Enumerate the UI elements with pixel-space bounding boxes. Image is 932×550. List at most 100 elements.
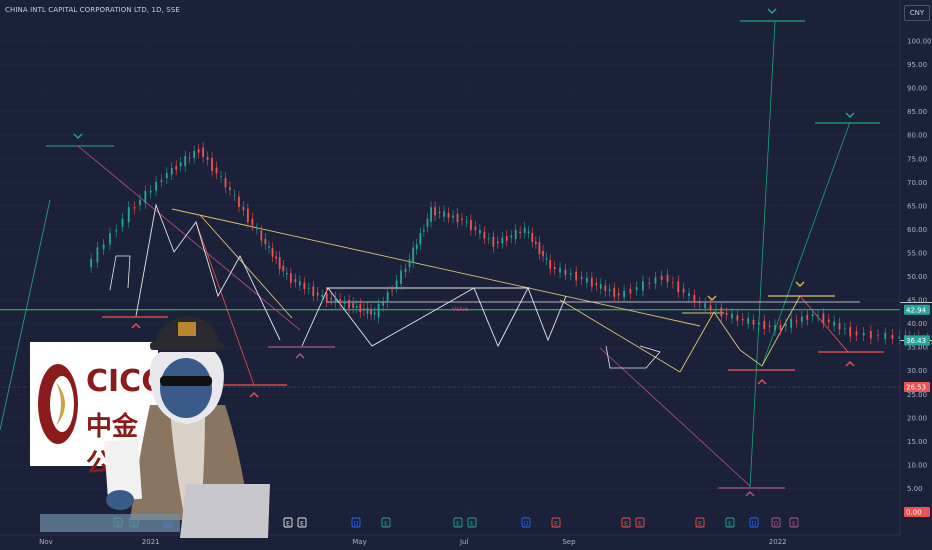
event-marker-letter: E (384, 521, 388, 528)
candle-body (275, 256, 278, 259)
candle-body (412, 247, 415, 263)
chevron-down-icon (73, 133, 83, 139)
price-series (90, 141, 932, 351)
candle-body (443, 211, 445, 217)
pink-line-1[interactable] (77, 145, 301, 331)
candle-body (811, 314, 814, 317)
white-pattern-2021[interactable] (135, 203, 281, 341)
candle-body (127, 207, 130, 223)
candle-body (595, 283, 598, 286)
yellow-projection[interactable] (679, 295, 801, 373)
candle-body (654, 277, 657, 284)
target-line-1[interactable] (749, 21, 776, 489)
candle-body (586, 277, 588, 283)
cicc-logo-card: CICC 中金公 (28, 340, 163, 479)
y-tick-label: 85.00 (907, 108, 927, 116)
event-marker-letter: D (354, 521, 359, 528)
price-label-text: 42.94 (906, 306, 927, 314)
candle-body (355, 305, 358, 308)
candle-body (838, 323, 841, 330)
candle-body (590, 277, 593, 287)
candle-body (307, 288, 310, 289)
candle-body (330, 298, 333, 300)
white-pattern-2023[interactable] (301, 286, 567, 348)
candle-body (423, 230, 425, 232)
y-tick-label: 15.00 (907, 438, 927, 446)
candle-body (580, 277, 583, 280)
event-marker-letter: D (524, 521, 529, 528)
yellow-trendline-main[interactable] (171, 208, 701, 327)
candle-body (278, 256, 281, 270)
chart-window: CHINA INTL CAPITAL CORPORATION LTD, 1D, … (0, 0, 932, 550)
red-line-2021[interactable] (195, 221, 255, 386)
candle-body (617, 293, 620, 296)
event-marker-letter: D (774, 521, 779, 528)
candle-body (795, 320, 798, 322)
candle-body (575, 271, 578, 281)
candle-body (629, 289, 632, 294)
x-tick-label: Sep (562, 538, 576, 546)
price-axis[interactable]: 100.00 95.00 90.00 85.00 80.00 75.00 70.00 65.0… (899, 0, 932, 535)
white-box-2024[interactable] (605, 345, 661, 369)
candle-body (817, 315, 819, 316)
candle-body (165, 172, 168, 179)
candle-body (408, 259, 411, 268)
candle-body (523, 227, 526, 234)
candle-body (400, 270, 402, 284)
candle-body (461, 218, 463, 220)
candle-body (144, 191, 147, 204)
time-axis[interactable]: Nov2021MayJulSep2022MayJulSep2023MayJulS… (0, 534, 932, 546)
y-tick-label: 100.00 (907, 38, 932, 46)
candle-body (822, 313, 825, 323)
y-tick-label: 45.00 (907, 297, 927, 305)
price-label-text: 36.43 (906, 337, 926, 345)
y-tick-label: 90.00 (907, 85, 927, 93)
event-marker-letter: D (166, 521, 171, 528)
candle-body (139, 199, 141, 206)
candle-body (404, 268, 407, 273)
candle-body (149, 190, 152, 193)
white-pattern-2021b[interactable] (109, 255, 131, 291)
candle-body (251, 218, 254, 226)
candle-body (229, 187, 231, 191)
price-label-text: 26.53 (906, 384, 926, 392)
candle-body (774, 324, 776, 331)
candle-body (255, 228, 258, 230)
candle-body (90, 259, 93, 268)
candle-body (553, 267, 556, 270)
candle-body (608, 289, 611, 291)
candle-body (704, 303, 707, 309)
candle-body (849, 326, 852, 337)
candle-body (282, 265, 285, 272)
value-label: Value (452, 306, 469, 313)
event-marker-letter: E (728, 521, 732, 528)
candle-body (115, 230, 118, 232)
candle-body (757, 322, 760, 325)
candle-body (779, 324, 782, 330)
event-marker-letter: E (214, 521, 218, 528)
candle-body (510, 235, 513, 238)
candle-body (289, 273, 292, 283)
candle-body (179, 162, 182, 167)
candle-body (426, 218, 429, 227)
candle-body (720, 307, 723, 317)
yellow-trendline-2[interactable] (199, 214, 293, 319)
y-tick-label: 5.00 (907, 485, 923, 493)
candle-body (784, 324, 787, 327)
candle-body (470, 219, 472, 231)
chevron-up-icon (845, 361, 855, 367)
candle-body (348, 300, 351, 309)
candle-body (682, 288, 685, 293)
candle-body (373, 312, 376, 315)
yellow-trendline-3[interactable] (559, 299, 681, 373)
event-marker-letter: D (752, 521, 757, 528)
cicc-logo-cn: 中金公 (86, 412, 139, 479)
y-tick-label: 95.00 (907, 61, 927, 69)
candle-body (298, 281, 301, 286)
candle-body (642, 281, 644, 291)
candle-body (827, 319, 830, 323)
candle-body (855, 331, 858, 336)
candle-body (731, 313, 733, 319)
candle-body (370, 309, 372, 315)
y-tick-label: 65.00 (907, 202, 927, 210)
